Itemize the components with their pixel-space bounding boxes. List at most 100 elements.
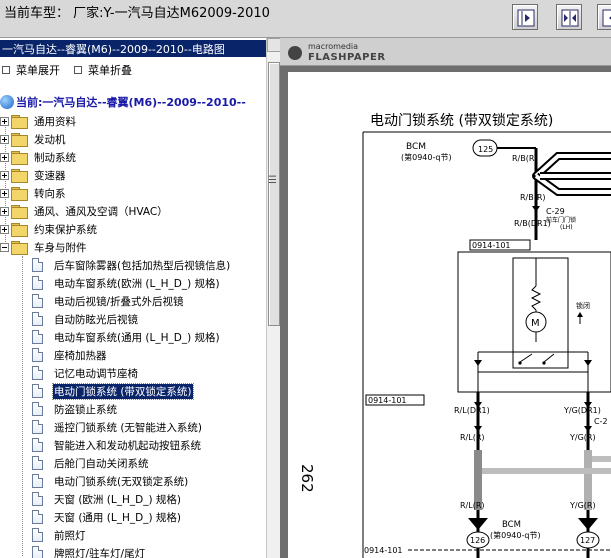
menu-collapse[interactable]: 菜单折叠 (74, 62, 132, 78)
folder-icon (11, 133, 28, 147)
scroll-up-arrow-icon[interactable] (267, 38, 281, 52)
expand-plus-icon[interactable] (0, 188, 9, 198)
expand-plus-icon[interactable] (0, 224, 9, 234)
document-icon (32, 420, 43, 434)
tree-folder-label: 制动系统 (34, 151, 76, 164)
scroll-thumb[interactable] (268, 62, 280, 326)
menu-expand-label: 菜单展开 (16, 64, 60, 77)
connector-c29: C-29 (546, 207, 565, 216)
document-icon (32, 456, 43, 470)
tree-item-label: 智能进入和发动机起动按钮系统 (54, 439, 201, 452)
lock-label: 锁闭 (576, 301, 590, 310)
expand-plus-icon[interactable] (0, 116, 9, 126)
document-icon (32, 474, 43, 488)
tree-folder-engine[interactable]: 发动机 (0, 130, 67, 148)
fit-width-button[interactable] (556, 4, 582, 30)
tree-item[interactable]: 电动后视镜/折叠式外后视镜 (32, 292, 185, 310)
connector-c2: C-2 (594, 417, 608, 426)
tree-folder-steering[interactable]: 转向系 (0, 184, 67, 202)
tree-item[interactable]: 智能进入和发动机起动按钮系统 (32, 436, 202, 454)
menu-expand[interactable]: 菜单展开 (2, 62, 60, 78)
folder-icon (11, 223, 28, 237)
tree-folder-transmission[interactable]: 变速器 (0, 166, 67, 184)
tree-item-label: 后舱门自动关闭系统 (54, 457, 149, 470)
tree-item-label: 牌照灯/驻车灯/尾灯 (54, 547, 146, 558)
tree-item-label: 电动车窗系统(通用 (L_H_D_) 规格) (54, 331, 220, 344)
expand-plus-icon[interactable] (0, 134, 9, 144)
tree-item[interactable]: 电动车窗系统(欧洲 (L_H_D_) 规格) (32, 274, 221, 292)
tree-folder-label: 变速器 (34, 169, 66, 182)
menu-expand-icon (2, 66, 10, 74)
tree-item[interactable]: 天窗 (欧洲 (L_H_D_) 规格) (32, 490, 182, 508)
document-icon (32, 438, 43, 452)
tree-item[interactable]: 自动防眩光后视镜 (32, 310, 139, 328)
wire-rb-r-2: R/B(R) (520, 193, 546, 202)
expand-plus-icon[interactable] (0, 152, 9, 162)
tree-item-label: 电动门锁系统(无双锁定系统) (54, 475, 189, 488)
tree-item[interactable]: 记忆电动调节座椅 (32, 364, 139, 382)
document-page[interactable]: 262 电动门锁系统 (带双锁定系统) BCM (第0940-q节) 125 R… (288, 72, 611, 558)
collapse-left-button[interactable] (597, 4, 611, 30)
tree-item[interactable]: 后车窗除雾器(包括加热型后视镜信息) (32, 256, 231, 274)
tree-item[interactable]: 座椅加热器 (32, 346, 108, 364)
brand-flashpaper: FLASHPAPER (308, 52, 386, 63)
tree-item[interactable]: 牌照灯/驻车灯/尾灯 (32, 544, 146, 558)
document-icon (32, 528, 43, 542)
connector-c29-side: (LH) (560, 224, 573, 231)
wire-rl-dr1: R/L(DR1) (454, 406, 490, 415)
flashpaper-toolbar: macromedia FLASHPAPER (280, 38, 611, 66)
tree-item[interactable]: 电动门锁系统(无双锁定系统) (32, 472, 189, 490)
flashpaper-logo-icon (288, 46, 302, 60)
pin-125: 125 (478, 145, 493, 154)
conn-0914-101-a: 0914-101 (472, 241, 511, 250)
tree-item[interactable]: 前照灯 (32, 526, 87, 544)
pin-127: 127 (580, 536, 595, 545)
collapse-minus-icon[interactable] (0, 242, 9, 252)
wire-yg-r-1: Y/G(R) (569, 433, 596, 442)
tree-item[interactable]: 防盗锁止系统 (32, 400, 118, 418)
menu-collapse-icon (74, 66, 82, 74)
tree-item-label: 电动门锁系统 (带双锁定系统) (52, 382, 194, 400)
tree-folder-brakes[interactable]: 制动系统 (0, 148, 77, 166)
globe-icon (0, 95, 14, 109)
tree-root[interactable]: 当前:一汽马自达--睿翼(M6)--2009--2010-- (0, 94, 246, 110)
folder-icon (11, 151, 28, 165)
tree-folder-body[interactable]: 车身与附件 (0, 238, 88, 256)
tree-root-label: 当前:一汽马自达--睿翼(M6)--2009--2010-- (16, 96, 246, 109)
tree-item[interactable]: 遥控门锁系统 (无智能进入系统) (32, 418, 203, 436)
document-icon (32, 546, 43, 558)
splitter-grip-icon[interactable]: ☰ (268, 175, 277, 186)
tree-folder-general[interactable]: 通用资料 (0, 112, 77, 130)
tree-folder-restraints[interactable]: 约束保护系统 (0, 220, 98, 238)
tree-connector (22, 256, 23, 556)
conn-0914-101-b: 0914-101 (368, 396, 407, 405)
wire-rb-r-1: R/B(R) (512, 154, 538, 163)
folder-icon (11, 115, 28, 129)
document-icon (32, 492, 43, 506)
tree-item-selected[interactable]: 电动门锁系统 (带双锁定系统) (32, 382, 194, 400)
tree-folder-hvac[interactable]: 通风、通风及空调（HVAC） (0, 202, 169, 220)
conn-0914-101-c: 0914-101 (364, 546, 403, 555)
tree-scrollbar[interactable] (266, 38, 281, 558)
expand-right-icon (517, 9, 535, 27)
folder-open-icon (11, 241, 28, 255)
expand-plus-icon[interactable] (0, 170, 9, 180)
tree-item-label: 防盗锁止系统 (54, 403, 117, 416)
tree-item[interactable]: 电动车窗系统(通用 (L_H_D_) 规格) (32, 328, 221, 346)
tree-panel: 一汽马自达--睿翼(M6)--2009--2010--电路图 菜单展开 菜单折叠… (0, 38, 266, 558)
tree-folder-label: 转向系 (34, 187, 66, 200)
document-icon (32, 366, 43, 380)
title-bar: 当前车型： 厂家:Y-一汽马自达M62009-2010 (0, 0, 611, 38)
document-icon (32, 276, 43, 290)
tree-item[interactable]: 天窗 (通用 (L_H_D_) 规格) (32, 508, 182, 526)
tree-item[interactable]: 后舱门自动关闭系统 (32, 454, 150, 472)
wire-yg-dr1: Y/G(DR1) (563, 406, 601, 415)
tree-item-label: 自动防眩光后视镜 (54, 313, 138, 326)
expand-right-button[interactable] (512, 4, 538, 30)
menu-collapse-label: 菜单折叠 (88, 64, 132, 77)
expand-plus-icon[interactable] (0, 206, 9, 216)
document-icon (32, 294, 43, 308)
bcm-top-label: BCM (406, 142, 426, 152)
document-icon (32, 402, 43, 416)
tree-folder-label: 车身与附件 (34, 241, 87, 254)
